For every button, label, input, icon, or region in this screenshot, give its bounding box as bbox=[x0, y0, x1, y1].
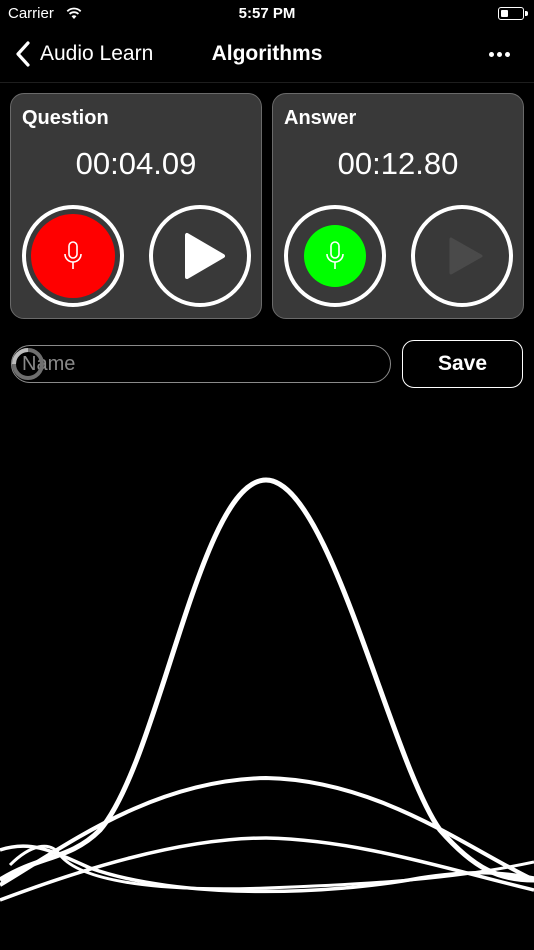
play-icon bbox=[449, 237, 483, 275]
question-card: Question 00:04.09 bbox=[10, 93, 262, 319]
question-record-button[interactable] bbox=[22, 205, 124, 307]
name-input[interactable] bbox=[11, 345, 391, 383]
save-button[interactable]: Save bbox=[402, 340, 523, 388]
answer-card: Answer 00:12.80 bbox=[272, 93, 524, 319]
answer-duration: 00:12.80 bbox=[337, 146, 459, 181]
microphone-icon bbox=[304, 225, 366, 287]
waveform-line-main bbox=[0, 477, 534, 883]
question-play-button[interactable] bbox=[149, 205, 251, 307]
play-icon bbox=[185, 233, 225, 279]
status-bar: Carrier 5:57 PM bbox=[0, 0, 534, 28]
answer-play-button[interactable] bbox=[411, 205, 513, 307]
audio-waveform bbox=[0, 477, 534, 902]
microphone-icon bbox=[31, 214, 115, 298]
answer-record-button[interactable] bbox=[284, 205, 386, 307]
navigation-bar: Audio Learn Algorithms bbox=[0, 28, 534, 83]
question-duration: 00:04.09 bbox=[75, 146, 197, 181]
battery-icon bbox=[498, 7, 528, 20]
status-time: 5:57 PM bbox=[238, 5, 296, 22]
page-title: Algorithms bbox=[211, 42, 323, 65]
answer-title: Answer bbox=[284, 107, 357, 129]
more-options-icon[interactable] bbox=[489, 52, 510, 57]
question-title: Question bbox=[22, 107, 109, 129]
